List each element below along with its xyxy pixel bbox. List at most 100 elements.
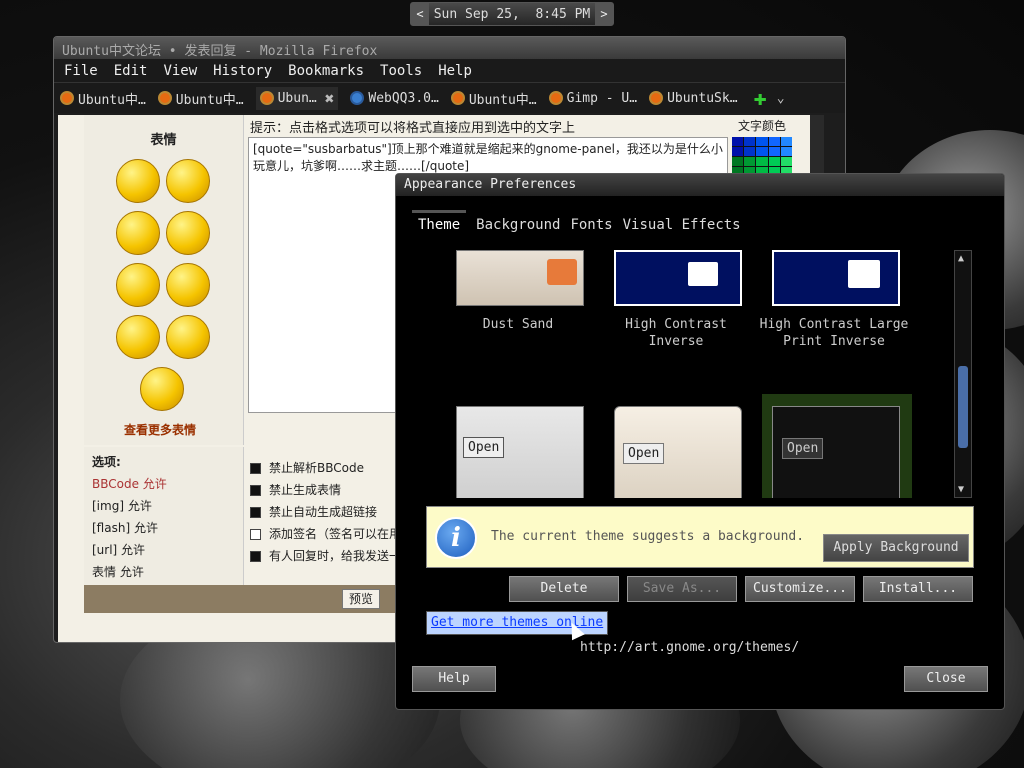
check-add-signature[interactable]: 添加签名（签名可以在用户 — [250, 523, 413, 545]
color-swatch[interactable] — [768, 137, 780, 147]
info-icon: i — [435, 517, 477, 559]
install-button[interactable]: Install... — [863, 576, 973, 602]
next-arrow-icon[interactable]: > — [595, 3, 613, 25]
ubuntu-icon — [259, 91, 274, 105]
check-notify-reply[interactable]: 有人回复时，给我发送一封 — [250, 545, 413, 567]
menu-file[interactable]: File — [64, 63, 98, 79]
emoji-laugh-icon[interactable] — [166, 211, 210, 255]
options-title: 选项: — [92, 455, 121, 469]
emoji-thumbs-icon[interactable] — [166, 315, 210, 359]
theme-scrollbar[interactable]: ▲ ▼ — [954, 250, 972, 498]
color-swatch[interactable] — [744, 147, 756, 157]
emoji-sweat-icon[interactable] — [166, 263, 210, 307]
delete-button[interactable]: Delete — [509, 576, 619, 602]
ubuntu-icon — [649, 91, 664, 105]
color-swatch[interactable] — [744, 137, 756, 147]
menu-tools[interactable]: Tools — [380, 63, 422, 79]
color-swatch[interactable] — [780, 147, 792, 157]
theme-thumb-high-contrast-inverse[interactable] — [614, 250, 742, 306]
close-tab-icon[interactable]: ✖ — [325, 89, 335, 108]
emoji-smile-icon[interactable] — [116, 159, 160, 203]
emoji-wink-icon[interactable] — [116, 211, 160, 255]
apply-background-button[interactable]: Apply Background — [823, 534, 969, 562]
emoji-grin-icon[interactable] — [116, 315, 160, 359]
tab-fonts[interactable]: Fonts — [570, 210, 612, 237]
theme-thumb-row2-2[interactable]: Open — [614, 406, 742, 498]
theme-thumb-dust-sand[interactable] — [456, 250, 584, 306]
color-swatch[interactable] — [732, 137, 744, 147]
tab-5[interactable]: Ubuntu中… — [450, 89, 537, 108]
tab-6[interactable]: Gimp - U… — [548, 91, 637, 106]
ubuntu-icon — [548, 91, 563, 105]
top-panel-clock[interactable]: < Sun Sep 25, 8:45 PM > — [410, 2, 614, 26]
check-disable-emoji[interactable]: 禁止生成表情 — [250, 479, 413, 501]
color-swatch[interactable] — [756, 147, 768, 157]
close-button[interactable]: Close — [904, 666, 988, 692]
emoji-dizzy-icon[interactable] — [140, 367, 184, 411]
ubuntu-icon — [60, 91, 74, 105]
theme-thumb-high-contrast-large-inverse[interactable] — [772, 250, 900, 306]
format-hint: 提示：点击格式选项可以将格式直接应用到选中的文字上 — [250, 121, 576, 136]
theme-thumb-row2-1[interactable]: Open — [456, 406, 584, 498]
scroll-thumb[interactable] — [958, 366, 968, 448]
more-emoji-link[interactable]: 查看更多表情 — [124, 421, 196, 438]
emoji-tongue-icon[interactable] — [166, 159, 210, 203]
scroll-up-icon[interactable]: ▲ — [958, 253, 964, 264]
check-disable-bbcode[interactable]: 禁止解析BBCode — [250, 457, 413, 479]
dialog-title: Appearance Preferences — [396, 174, 1004, 196]
tab-3-active[interactable]: Ubun… ✖ — [255, 86, 339, 110]
customize-button[interactable]: Customize... — [745, 576, 855, 602]
checkbox-checked[interactable] — [250, 528, 261, 540]
ubuntu-icon — [157, 91, 172, 105]
tab-list-chevron-icon[interactable]: ⌄ — [777, 91, 785, 106]
preview-button[interactable]: 预览 — [342, 589, 381, 609]
option-emoji: 表情 允许 — [92, 565, 144, 579]
menu-bookmarks[interactable]: Bookmarks — [288, 63, 364, 79]
emoji-cry-laugh-icon[interactable] — [116, 263, 160, 307]
checkbox[interactable] — [250, 462, 261, 474]
tab-4[interactable]: WebQQ3.0… — [350, 91, 439, 106]
options-panel: 选项: BBCode 允许 [img] 允许 [flash] 允许 [url] … — [84, 447, 244, 587]
save-as-button[interactable]: Save As... — [627, 576, 737, 602]
new-tab-plus-icon[interactable]: ✚ — [754, 86, 767, 111]
checkbox[interactable] — [250, 484, 261, 496]
help-button[interactable]: Help — [412, 666, 496, 692]
color-swatch[interactable] — [756, 157, 768, 167]
checkbox[interactable] — [250, 550, 261, 562]
menu-help[interactable]: Help — [438, 63, 472, 79]
tab-theme[interactable]: Theme — [412, 210, 467, 237]
tab-1[interactable]: Ubuntu中… — [60, 89, 146, 108]
theme-name-hc-large-inverse: High Contrast Large Print Inverse — [759, 317, 909, 349]
info-message: The current theme suggests a background. — [491, 529, 805, 544]
theme-thumb-row2-3-selected[interactable]: Open — [762, 394, 912, 498]
menu-bar: File Edit View History Bookmarks Tools H… — [54, 59, 845, 83]
menu-view[interactable]: View — [163, 63, 197, 79]
color-swatch[interactable] — [732, 147, 744, 157]
check-disable-links[interactable]: 禁止自动生成超链接 — [250, 501, 413, 523]
theme-name-hc-inverse: High Contrast Inverse — [625, 317, 727, 349]
tab-7[interactable]: UbuntuSk… — [649, 91, 738, 106]
color-swatch[interactable] — [780, 137, 792, 147]
color-swatch[interactable] — [768, 147, 780, 157]
checkbox[interactable] — [250, 506, 261, 518]
color-swatch[interactable] — [768, 157, 780, 167]
appearance-dialog: Appearance Preferences Theme Background … — [395, 173, 1005, 710]
globe-icon — [350, 91, 365, 105]
option-url: [url] 允许 — [92, 543, 146, 557]
emoji-title: 表情 — [150, 133, 177, 148]
color-swatch[interactable] — [744, 157, 756, 167]
menu-history[interactable]: History — [213, 63, 272, 79]
scroll-down-icon[interactable]: ▼ — [958, 484, 964, 495]
menu-edit[interactable]: Edit — [114, 63, 148, 79]
color-swatch[interactable] — [732, 157, 744, 167]
clock-text: Sun Sep 25, 8:45 PM — [433, 6, 591, 22]
link-tooltip: http://art.gnome.org/themes/ — [580, 640, 800, 655]
color-swatch[interactable] — [756, 137, 768, 147]
tab-visual-effects[interactable]: Visual Effects — [623, 210, 741, 237]
tab-2[interactable]: Ubuntu中… — [157, 89, 244, 108]
color-swatch[interactable] — [780, 157, 792, 167]
info-bar: i The current theme suggests a backgroun… — [426, 506, 974, 568]
tab-background[interactable]: Background — [476, 210, 560, 237]
firefox-title: Ubuntu中文论坛 • 发表回复 - Mozilla Firefox — [54, 37, 845, 59]
prev-arrow-icon[interactable]: < — [411, 3, 429, 25]
